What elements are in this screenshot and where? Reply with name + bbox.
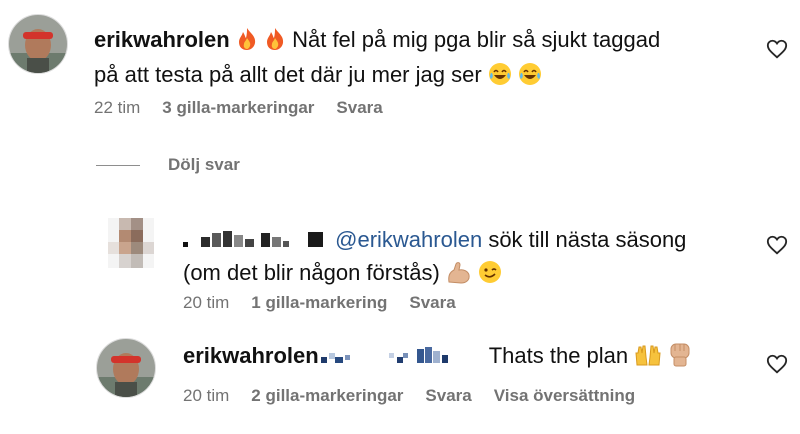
show-translation-button[interactable]: Visa översättning	[494, 386, 635, 406]
raising-hands-icon	[634, 343, 662, 375]
reply-meta: 20 tim 1 gilla-markering Svara	[183, 293, 456, 313]
raised-fist-icon	[668, 341, 692, 375]
reply-text-line1: sök till nästa säsong	[488, 227, 687, 252]
reply-username[interactable]: erikwahrolen	[183, 343, 319, 368]
reply-meta: 20 tim 2 gilla-markeringar Svara Visa öv…	[183, 386, 635, 406]
reply-button[interactable]: Svara	[336, 98, 382, 118]
timestamp: 20 tim	[183, 386, 230, 405]
comment-text-line2: på att testa på allt det där ju mer jag …	[94, 62, 482, 87]
hide-replies-button[interactable]: Dölj svar	[168, 155, 240, 175]
fire-icon	[264, 27, 286, 59]
profile-photo-icon	[9, 15, 67, 73]
pixelated-text	[319, 342, 489, 373]
comment-text: erikwahrolen Nåt fel på mig pga blir så …	[94, 24, 744, 94]
reply-text-line2: (om det blir någon förstås)	[183, 259, 440, 285]
like-heart-icon[interactable]	[766, 234, 788, 256]
reply-text: @erikwahrolen sök till nästa säsong (om …	[183, 224, 743, 292]
timestamp: 20 tim	[183, 293, 230, 312]
reply-button[interactable]: Svara	[425, 386, 471, 406]
comment-text-line1: Nåt fel på mig pga blir så sjukt taggad	[292, 27, 661, 52]
avatar[interactable]	[8, 14, 68, 74]
tears-of-joy-icon	[518, 62, 542, 94]
comment-meta: 22 tim 3 gilla-markeringar Svara	[94, 98, 383, 118]
likes-count[interactable]: 3 gilla-markeringar	[162, 98, 314, 118]
pixelated-avatar-icon	[108, 218, 154, 268]
fire-icon	[236, 27, 258, 59]
winking-face-icon	[478, 260, 502, 292]
timestamp: 22 tim	[94, 98, 141, 117]
profile-photo-icon	[97, 339, 155, 397]
avatar[interactable]	[108, 218, 154, 268]
reply-button[interactable]: Svara	[409, 293, 455, 313]
likes-count[interactable]: 2 gilla-markeringar	[251, 386, 403, 406]
avatar[interactable]	[96, 338, 156, 398]
reply-text-body: Thats the plan	[488, 343, 629, 368]
like-heart-icon[interactable]	[766, 38, 788, 60]
likes-count[interactable]: 1 gilla-markering	[251, 293, 387, 313]
tears-of-joy-icon	[488, 62, 512, 94]
reply-text: erikwahrolen Thats the plan	[183, 340, 743, 375]
comment-username[interactable]: erikwahrolen	[94, 27, 230, 52]
pixelated-username[interactable]	[183, 226, 329, 257]
hide-replies-line	[96, 165, 140, 166]
hide-replies-label: Dölj svar	[168, 155, 240, 174]
like-heart-icon[interactable]	[766, 353, 788, 375]
flexed-biceps-icon	[446, 260, 472, 292]
mention-link[interactable]: @erikwahrolen	[335, 227, 482, 252]
